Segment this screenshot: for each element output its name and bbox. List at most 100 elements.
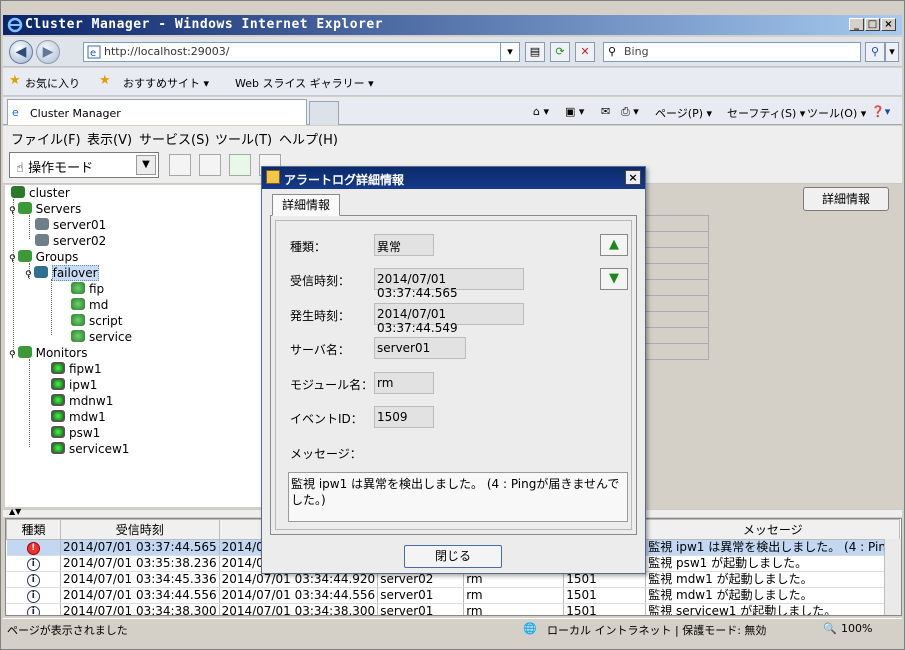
folder-icon — [17, 346, 32, 358]
tree-servicew1[interactable]: servicew1 — [51, 442, 129, 458]
tree-mdw1[interactable]: mdw1 — [51, 410, 106, 426]
server-icon — [35, 234, 49, 246]
close-button[interactable]: 閉じる — [404, 545, 502, 568]
module-value: rm — [374, 372, 434, 394]
reload-icon[interactable] — [229, 154, 251, 176]
app-menubar: ファイル(F) 表示(V) サービス(S) ツール(T) ヘルプ(H) — [3, 126, 902, 148]
zone-text: ローカル イントラネット | 保護モード: 無効 — [547, 624, 767, 637]
search-options-icon[interactable]: ▾ — [885, 42, 899, 62]
add-favorite-icon[interactable]: ★ — [99, 73, 111, 88]
search-go-icon[interactable]: ⚲ — [865, 42, 885, 62]
tools-menu[interactable]: ツール(O) ▾ — [807, 105, 866, 121]
maximize-button[interactable]: □ — [865, 18, 880, 31]
favorites-star-icon: ★ — [9, 73, 21, 88]
menu-file[interactable]: ファイル(F) — [11, 129, 81, 148]
info-icon: i — [26, 558, 40, 571]
tree-servers[interactable]: ⚲ Servers — [9, 202, 81, 218]
prev-entry-button[interactable]: ▲ — [600, 234, 628, 256]
occur-time-value: 2014/07/01 03:37:44.549 — [374, 303, 524, 335]
search-icon: ⚲ — [608, 45, 617, 58]
minimize-button[interactable]: _ — [849, 18, 864, 31]
address-bar[interactable]: e http://localhost:29003/ — [83, 42, 518, 62]
occur-time-label: 発生時刻： — [290, 309, 351, 323]
tree-server01[interactable]: server01 — [35, 218, 106, 234]
tree-groups[interactable]: ⚲ Groups — [9, 250, 78, 266]
stop-icon[interactable]: ✕ — [575, 42, 595, 62]
tab-cluster-manager[interactable]: e Cluster Manager — [7, 99, 307, 125]
download-icon[interactable] — [199, 154, 221, 176]
search-input[interactable]: ⚲ Bing — [603, 42, 861, 62]
col-message[interactable]: メッセージ — [645, 519, 901, 540]
new-tab-button[interactable] — [309, 101, 339, 125]
detail-info-button[interactable]: 詳細情報 — [803, 187, 889, 211]
help-icon[interactable]: ❓▾ — [871, 105, 890, 118]
tab-label: Cluster Manager — [30, 107, 121, 120]
monitor-icon — [51, 442, 65, 454]
next-entry-button[interactable]: ▼ — [600, 268, 628, 290]
menu-help[interactable]: ヘルプ(H) — [279, 129, 338, 148]
server-label: サーバ名： — [290, 343, 350, 357]
tree-cluster[interactable]: cluster — [11, 186, 70, 202]
tree-fipw1[interactable]: fipw1 — [51, 362, 102, 378]
tree-mdnw1[interactable]: mdnw1 — [51, 394, 113, 410]
server-icon — [35, 218, 49, 230]
tree-fip[interactable]: fip — [71, 282, 104, 298]
menu-service[interactable]: サービス(S) — [139, 129, 209, 148]
zoom-icon: 🔍 — [823, 622, 837, 635]
mail-icon[interactable]: ✉ — [601, 105, 610, 118]
page-menu[interactable]: ページ(P) ▾ — [655, 105, 712, 121]
fav-link-suggested[interactable]: おすすめサイト ▾ — [123, 75, 209, 91]
java-icon — [266, 170, 280, 184]
menu-view[interactable]: 表示(V) — [87, 129, 132, 148]
tab-detail-info[interactable]: 詳細情報 — [272, 194, 340, 216]
compat-view-icon[interactable]: ▤ — [525, 42, 545, 62]
col-type[interactable]: 種類 — [6, 519, 61, 540]
search-tool-icon[interactable] — [169, 154, 191, 176]
log-scrollbar[interactable] — [884, 539, 901, 615]
tree-md[interactable]: md — [71, 298, 108, 314]
tree-service[interactable]: service — [71, 330, 132, 346]
forward-button[interactable]: ▶ — [36, 40, 60, 64]
back-button[interactable]: ◀ — [9, 40, 33, 64]
folder-icon — [17, 202, 32, 214]
feeds-icon[interactable]: ▣ ▾ — [565, 105, 584, 118]
tree-ipw1[interactable]: ipw1 — [51, 378, 97, 394]
mode-select[interactable]: ☝ 操作モード ▼ — [9, 152, 159, 178]
tree-script[interactable]: script — [71, 314, 122, 330]
safety-menu[interactable]: セーフティ(S) ▾ — [727, 105, 805, 121]
address-url: http://localhost:29003/ — [104, 45, 230, 58]
menu-tool[interactable]: ツール(T) — [215, 129, 272, 148]
dialog-close-button[interactable]: × — [625, 170, 641, 185]
address-dropdown-icon[interactable]: ▾ — [500, 42, 520, 62]
group-icon — [33, 266, 48, 278]
close-window-button[interactable]: × — [881, 18, 896, 31]
tree-monitors[interactable]: ⚲ Monitors — [9, 346, 87, 362]
type-label: 種類： — [290, 240, 327, 254]
monitor-icon — [51, 394, 65, 406]
info-icon: i — [26, 590, 40, 603]
tree-server02[interactable]: server02 — [35, 234, 106, 250]
tree-psw1[interactable]: psw1 — [51, 426, 100, 442]
zoom-level[interactable]: 100% — [841, 622, 872, 635]
cluster-tree: cluster ⚲ Servers server01 server02 ⚲ Grou… — [5, 185, 267, 507]
mode-label: 操作モード — [28, 161, 94, 176]
favorites-button[interactable]: お気に入り — [25, 75, 80, 91]
info-icon: i — [26, 574, 40, 587]
recv-time-label: 受信時刻： — [290, 274, 351, 288]
dialog-title: アラートログ詳細情報 — [284, 173, 405, 187]
tree-failover[interactable]: ⚲ failover — [25, 265, 99, 282]
dialog-panel: 種類： 異常 ▲ 受信時刻： 2014/07/01 03:37:44.565 ▼… — [270, 215, 637, 535]
error-icon: ! — [26, 542, 40, 555]
ie-logo-icon — [7, 17, 23, 33]
window-titlebar: Cluster Manager - Windows Internet Explo… — [3, 15, 902, 35]
home-icon[interactable]: ⌂ ▾ — [533, 105, 549, 118]
col-recv-time[interactable]: 受信時刻 — [60, 519, 220, 540]
refresh-icon[interactable]: ⟳ — [550, 42, 570, 62]
table-row[interactable]: i 2014/07/01 03:34:38.300 2014/07/01 03:… — [6, 603, 901, 615]
resource-icon — [71, 314, 85, 326]
table-row[interactable]: i 2014/07/01 03:34:44.556 2014/07/01 03:… — [6, 587, 901, 604]
fav-link-webslice[interactable]: Web スライス ギャラリー ▾ — [235, 75, 374, 91]
chevron-down-icon[interactable]: ▼ — [136, 155, 156, 175]
print-icon[interactable]: ⎙ ▾ — [621, 105, 639, 119]
dialog-titlebar: アラートログ詳細情報 × — [262, 167, 645, 189]
